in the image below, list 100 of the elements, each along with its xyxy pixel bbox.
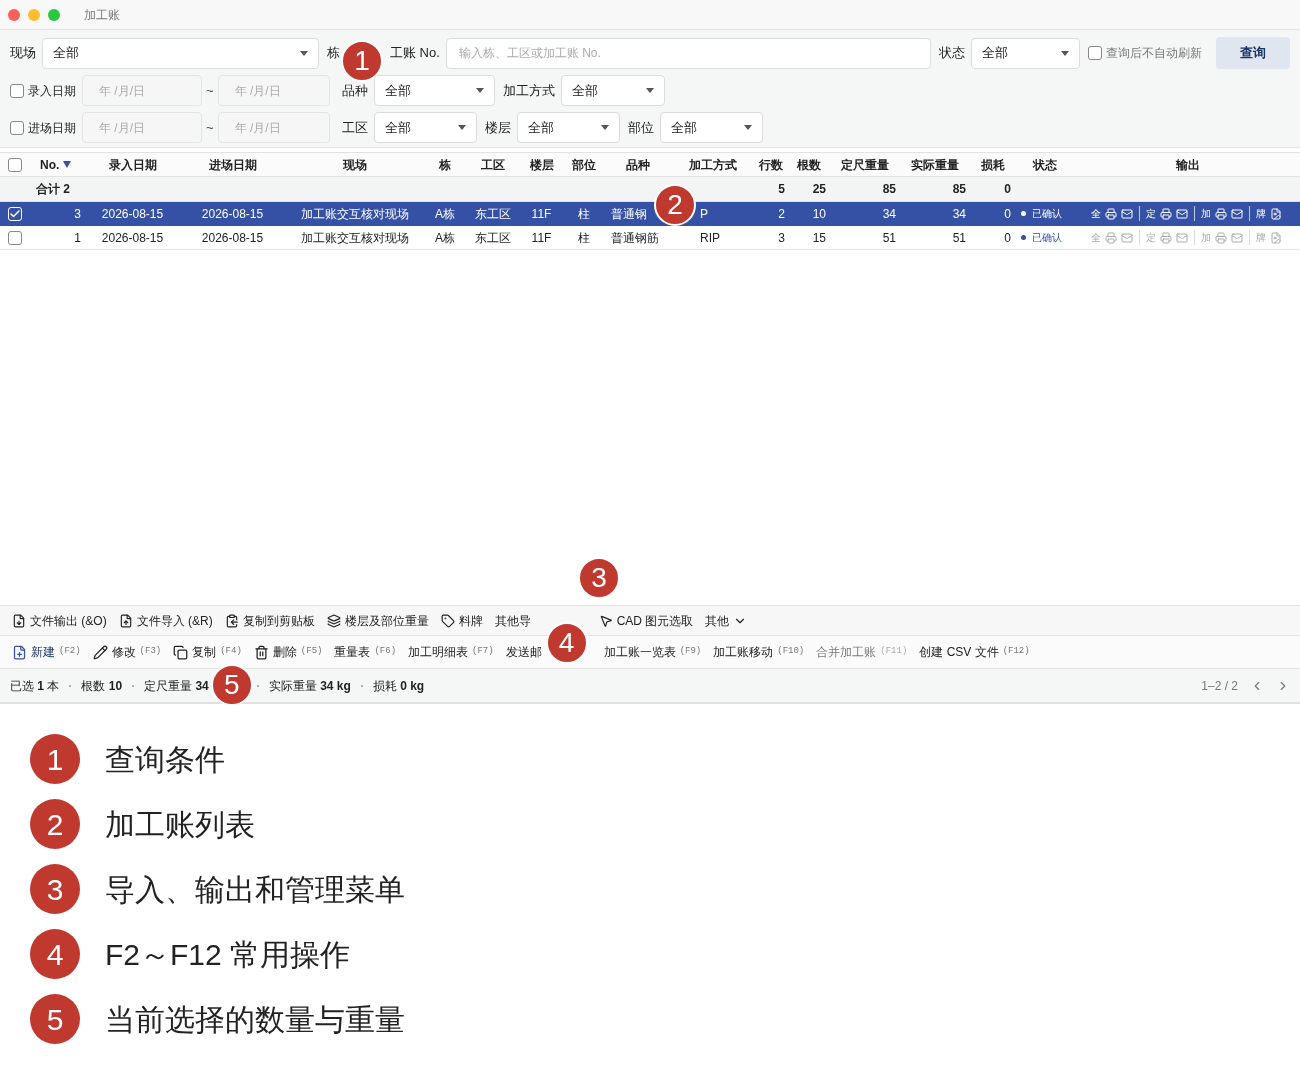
- column-header[interactable]: 部位: [572, 155, 596, 174]
- output-label: 定: [1146, 207, 1156, 221]
- table-cell: A栋: [435, 206, 455, 221]
- menu-button[interactable]: 文件导入 (&R): [118, 611, 213, 630]
- checkbox[interactable]: [1088, 46, 1102, 60]
- field-label: 栋: [327, 44, 340, 63]
- date-field[interactable]: 年 /月/日: [82, 112, 202, 143]
- column-header[interactable]: 根数: [796, 155, 821, 174]
- dropdown[interactable]: 全部: [373, 75, 495, 106]
- date-field[interactable]: 年 /月/日: [217, 75, 330, 106]
- menu-button[interactable]: CAD 图元选取: [598, 611, 694, 630]
- trash-icon: [253, 644, 269, 660]
- date-field[interactable]: 年 /月/日: [82, 75, 202, 106]
- column-header[interactable]: 实际重量: [911, 155, 959, 174]
- status-item: 定尺重量 34: [144, 678, 209, 693]
- column-header[interactable]: 品种: [625, 155, 650, 174]
- callout-number: 5: [210, 663, 253, 706]
- caret-icon: [600, 125, 609, 130]
- mail-icon[interactable]: [1176, 207, 1188, 220]
- menu-button[interactable]: 复制到剪贴板: [224, 611, 315, 630]
- action-button[interactable]: 新建 (F2): [12, 643, 81, 661]
- column-header[interactable]: 状态: [1033, 155, 1057, 174]
- table-cell: 2026-08-15: [101, 230, 164, 245]
- output-label: 全: [1091, 231, 1101, 245]
- menu-button[interactable]: 其他导: [494, 611, 531, 630]
- callout-number: 4: [545, 622, 588, 664]
- table-cell: 柱: [578, 206, 590, 221]
- menu-button[interactable]: 料牌: [440, 611, 483, 630]
- menu-button[interactable]: 文件输出 (&O): [12, 611, 107, 630]
- action-button[interactable]: 修改 (F3): [92, 643, 162, 661]
- field-label: 工区: [341, 118, 368, 137]
- caret-icon: [1061, 50, 1069, 56]
- caret-icon: [300, 50, 308, 56]
- table-cell: 加工账交互核对现场: [301, 230, 409, 245]
- close-icon[interactable]: [8, 8, 20, 21]
- total-value: 25: [812, 182, 826, 196]
- column-header[interactable]: 行数: [759, 155, 783, 174]
- caret-icon: [457, 125, 466, 130]
- status-text: 已确认: [1032, 207, 1062, 221]
- table-cell: 3: [74, 206, 81, 221]
- action-button[interactable]: 复制 (F4): [173, 643, 242, 661]
- search-field[interactable]: 输入栋、工区或加工账 No.: [445, 37, 931, 69]
- status-item: 根数 10: [81, 678, 123, 693]
- action-button[interactable]: 加工明细表 (F7): [408, 643, 494, 661]
- print-icon[interactable]: [1215, 207, 1227, 220]
- action-button[interactable]: 加工账一览表 (F9): [603, 643, 702, 661]
- table-cell: 普通钢: [611, 206, 647, 221]
- maximize-icon[interactable]: [48, 8, 60, 21]
- dropdown[interactable]: 全部: [659, 112, 763, 143]
- checkbox[interactable]: [8, 157, 22, 172]
- pointer-icon: [598, 613, 613, 628]
- action-button[interactable]: 重量表 (F6): [334, 643, 397, 661]
- field-label: 楼层: [484, 118, 511, 137]
- dropdown[interactable]: 全部: [971, 37, 1080, 69]
- table-cell: 1: [74, 230, 81, 245]
- action-button[interactable]: 加工账移动 (F10): [713, 643, 805, 661]
- print-icon[interactable]: [1160, 207, 1172, 220]
- column-header[interactable]: 进场日期: [208, 155, 257, 174]
- checkbox[interactable]: [10, 83, 24, 98]
- column-header[interactable]: 栋: [439, 155, 451, 174]
- column-header[interactable]: 工区: [480, 155, 505, 174]
- dropdown[interactable]: 全部: [560, 75, 665, 106]
- legend-text: 加工账列表: [105, 806, 255, 843]
- column-header[interactable]: 录入日期: [108, 155, 157, 174]
- checkbox-label: 进场日期: [28, 119, 76, 137]
- mail-icon[interactable]: [1121, 207, 1133, 220]
- table-cell: 柱: [578, 230, 590, 245]
- menu-button[interactable]: 楼层及部位重量: [326, 611, 429, 630]
- query-button[interactable]: 查询: [1216, 37, 1290, 69]
- output-label: 定: [1146, 231, 1156, 245]
- column-header[interactable]: 楼层: [529, 155, 554, 174]
- table-cell: 2026-08-15: [201, 206, 264, 221]
- status-item: 损耗 0 kg: [372, 678, 425, 693]
- date-field[interactable]: 年 /月/日: [217, 112, 330, 143]
- mail-icon[interactable]: [1231, 207, 1243, 220]
- column-header[interactable]: 现场: [343, 155, 367, 174]
- column-header[interactable]: 输出: [1175, 155, 1200, 174]
- print-icon[interactable]: [1105, 207, 1117, 220]
- row-checkbox[interactable]: [8, 230, 22, 245]
- checkbox[interactable]: [10, 120, 24, 135]
- table-cell: 东工区: [474, 206, 511, 221]
- dropdown[interactable]: 全部: [373, 112, 477, 143]
- action-button[interactable]: 发送邮: [505, 643, 542, 661]
- column-header[interactable]: 定尺重量: [841, 155, 889, 174]
- table-cell: 34: [882, 206, 896, 221]
- table-cell: 加工账交互核对现场: [301, 206, 409, 221]
- column-header[interactable]: 损耗: [980, 155, 1005, 174]
- dropdown[interactable]: 全部: [516, 112, 620, 143]
- action-button[interactable]: 创建 CSV 文件 (F12): [919, 643, 1030, 661]
- menu-button[interactable]: 其他: [705, 611, 748, 630]
- sort-icon[interactable]: [63, 161, 72, 168]
- layers-icon: [326, 613, 341, 628]
- total-value: 85: [952, 182, 966, 196]
- dropdown[interactable]: 全部: [42, 37, 319, 69]
- table-cell: 10: [812, 206, 826, 221]
- column-header[interactable]: 加工方式: [688, 155, 737, 174]
- action-button[interactable]: 删除 (F5): [253, 643, 323, 661]
- column-header[interactable]: No.: [40, 155, 60, 174]
- total-value: 5: [778, 182, 785, 196]
- legend-number: 4: [30, 929, 80, 979]
